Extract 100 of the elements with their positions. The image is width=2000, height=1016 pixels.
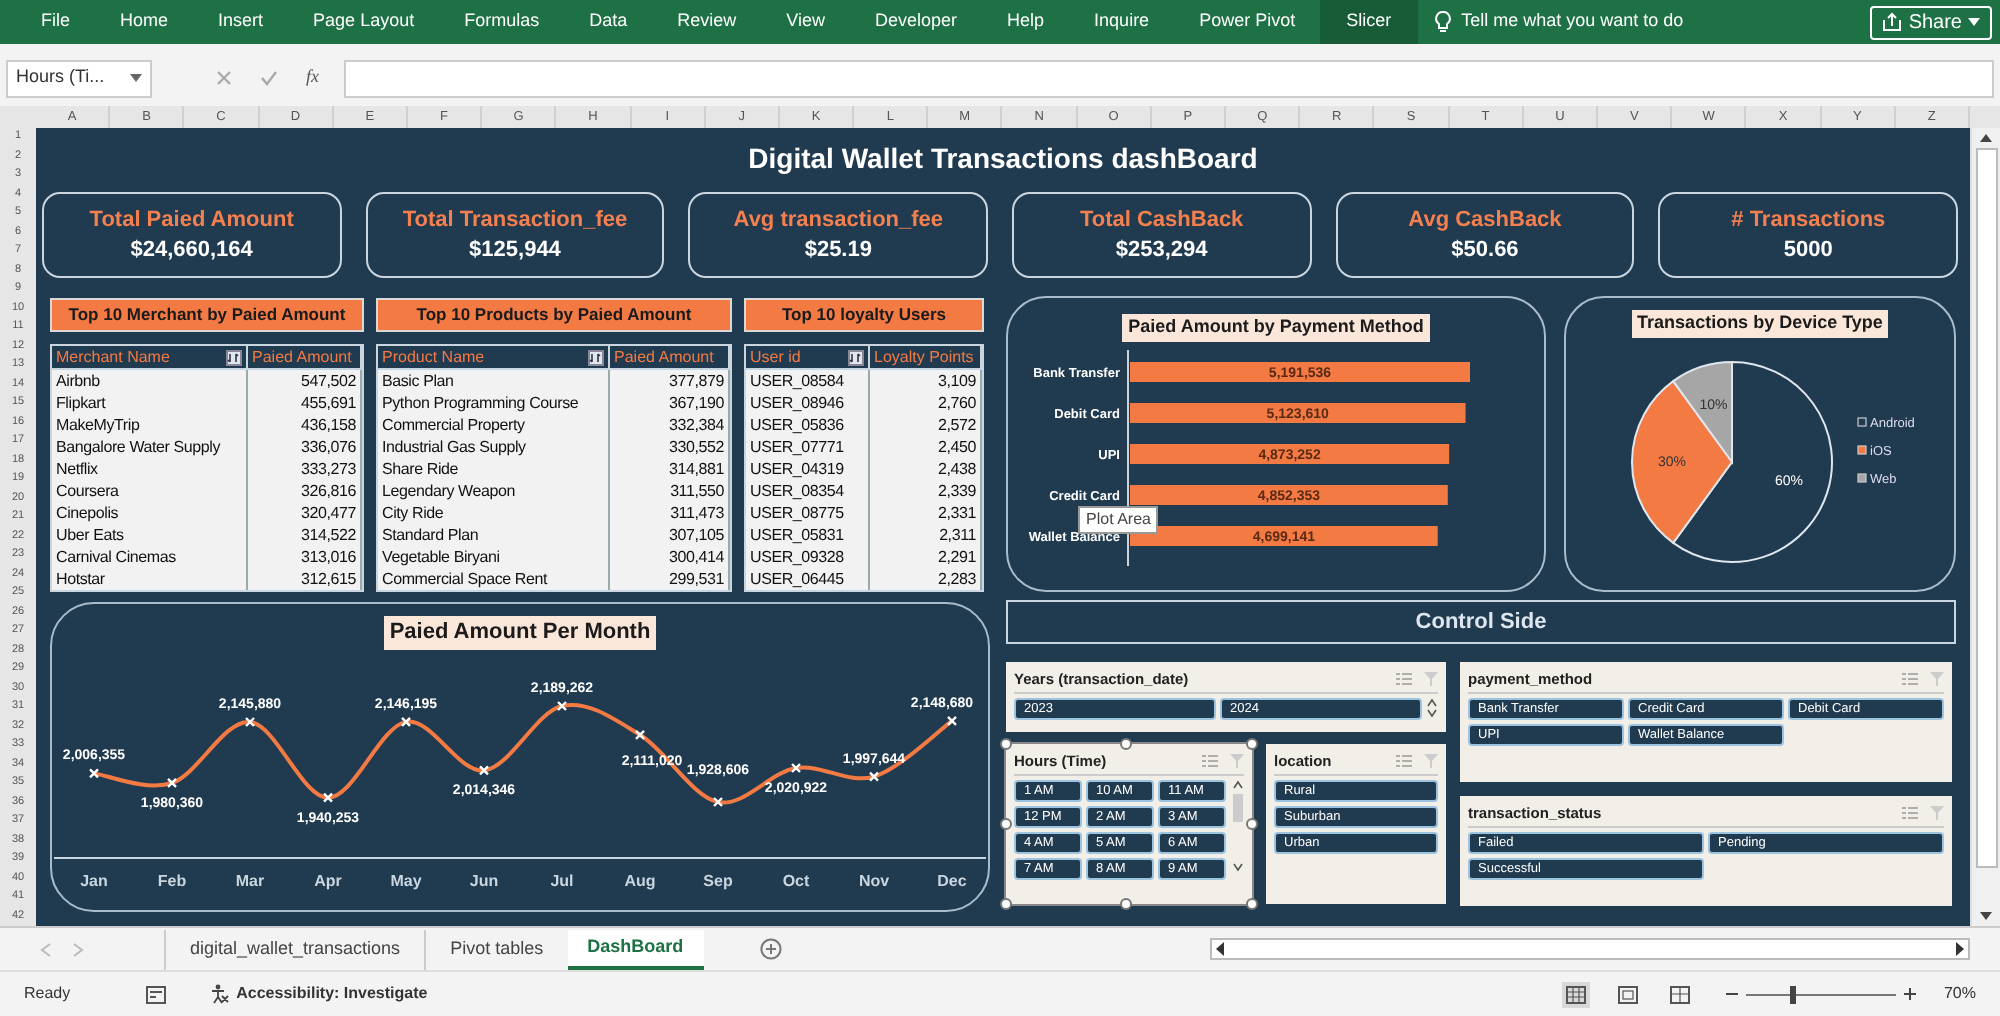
data-point (712, 795, 724, 807)
table-cell: 3,109 (870, 370, 982, 392)
kpi-label: Avg CashBack (1408, 209, 1562, 231)
caret-icon[interactable] (130, 74, 142, 82)
zoom-level[interactable]: 70% (1943, 982, 1976, 1006)
filter-icon[interactable] (226, 349, 242, 365)
ribbon-tab[interactable]: Power Pivot (1174, 0, 1321, 44)
table-title: Top 10 Merchant by Paied Amount (50, 298, 364, 332)
resize-handle[interactable] (1120, 738, 1132, 750)
scroll-down-icon[interactable] (1978, 910, 1994, 922)
share-icon[interactable] (1882, 12, 1903, 32)
resize-handle[interactable] (1000, 898, 1012, 910)
table-cell: Python Programming Course (378, 392, 610, 414)
add-sheet-icon[interactable] (759, 938, 782, 960)
scroll-thumb[interactable] (1975, 148, 1997, 868)
chart-title: Transactions by Device Type (1631, 310, 1889, 337)
name-box[interactable]: Hours (Ti... (6, 59, 152, 97)
ribbon-tab[interactable]: Formulas (439, 0, 565, 44)
table-cell: 326,816 (248, 480, 362, 502)
zoom-in-icon[interactable] (1903, 988, 1916, 1000)
ribbon-tab[interactable]: View (761, 0, 850, 44)
ribbon-tab[interactable]: Insert (193, 0, 289, 44)
table-cell: 314,881 (610, 458, 730, 480)
ribbon-tab[interactable]: Help (982, 0, 1070, 44)
normal-view-icon[interactable] (1561, 981, 1590, 1007)
table-cell: Commercial Space Rent (378, 568, 610, 590)
ribbon-tab[interactable]: Review (652, 0, 762, 44)
zoom-slider[interactable] (1745, 985, 1896, 1003)
data-point (868, 770, 880, 781)
table-cell: 2,572 (870, 414, 982, 436)
resize-handle[interactable] (1000, 818, 1012, 830)
scroll-up-icon[interactable] (1978, 132, 1994, 144)
data-point (556, 699, 568, 711)
table-cell: USER_05831 (746, 524, 870, 546)
table-cell: USER_04319 (746, 458, 870, 480)
table-cell: Industrial Gas Supply (378, 436, 610, 458)
insert-function-button[interactable]: fx (306, 64, 319, 92)
filter-icon[interactable] (588, 349, 604, 365)
ribbon-tab[interactable]: Slicer (1320, 0, 1418, 44)
accessibility-status[interactable]: Accessibility: Investigate (236, 982, 428, 1006)
ribbon-tab[interactable]: File (16, 0, 96, 44)
table-cell: USER_08775 (746, 502, 870, 524)
kpi-label: Total Paied Amount (89, 209, 294, 231)
macro-record-icon[interactable] (146, 985, 167, 1003)
table-cell: Coursera (52, 480, 248, 502)
page-layout-view-icon[interactable] (1613, 981, 1642, 1007)
ribbon-tab[interactable]: Home (95, 0, 194, 44)
axis-label: Sep (703, 871, 733, 889)
sheet-tab[interactable]: DashBoard (567, 929, 704, 969)
table-cell: 367,190 (610, 392, 730, 414)
ribbon-tab[interactable]: Data (564, 0, 653, 44)
scroll-left-icon[interactable] (1214, 942, 1226, 956)
data-point (322, 791, 334, 802)
axis-label: Aug (624, 871, 656, 889)
axis-label: Oct (782, 871, 810, 889)
resize-handle[interactable] (1120, 898, 1132, 910)
vertical-scrollbar[interactable] (1970, 128, 2000, 926)
data-point (634, 728, 646, 740)
formula-input[interactable] (343, 59, 1994, 97)
page-break-view-icon[interactable] (1665, 981, 1694, 1007)
table-cell: 311,473 (610, 502, 730, 524)
table-cell: USER_09328 (746, 546, 870, 568)
table-cell: Basic Plan (378, 370, 610, 392)
column-heading[interactable]: User id (746, 346, 870, 370)
share-button[interactable]: Share (1870, 5, 1992, 39)
ribbon-tab[interactable]: Inquire (1069, 0, 1175, 44)
table-cell: Airbnb (52, 370, 248, 392)
column-heading[interactable]: Merchant Name (52, 346, 248, 370)
filter-icon[interactable] (848, 349, 864, 365)
data-point (166, 776, 178, 788)
horizontal-scrollbar[interactable] (1210, 938, 1970, 960)
table-cell: 313,016 (248, 546, 362, 568)
table-cell: Commercial Property (378, 414, 610, 436)
scroll-arrows-icon[interactable] (1426, 698, 1438, 721)
table-cell: 377,879 (610, 370, 730, 392)
scroll-right-icon[interactable] (1954, 942, 1966, 956)
zoom-out-icon[interactable] (1725, 988, 1738, 1000)
tooltip: Plot Area (1078, 506, 1159, 534)
table-cell: 336,076 (248, 436, 362, 458)
tell-me-search[interactable]: Tell me what you want to do (1461, 8, 1684, 36)
ribbon-tab[interactable]: Page Layout (288, 0, 440, 44)
accessibility-icon[interactable] (210, 984, 231, 1004)
data-point (88, 767, 100, 778)
section-banner: Control Side (1006, 600, 1956, 644)
resize-handle[interactable] (1246, 738, 1258, 750)
column-heading: Paied Amount (610, 346, 730, 370)
data-point (400, 715, 412, 727)
resize-handle[interactable] (1000, 738, 1012, 750)
table-cell: Netflix (52, 458, 248, 480)
resize-handle[interactable] (1246, 818, 1258, 830)
resize-handle[interactable] (1246, 898, 1258, 910)
column-heading[interactable]: Product Name (378, 346, 610, 370)
table-cell: 299,531 (610, 568, 730, 590)
table-cell: Hotstar (52, 568, 248, 590)
axis-label: Jun (469, 871, 499, 889)
lightbulb-icon (1433, 10, 1452, 34)
table-cell: 2,339 (870, 480, 982, 502)
ribbon-tab[interactable]: Developer (850, 0, 983, 44)
caret-icon[interactable] (1968, 18, 1980, 26)
kpi-value: $50.66 (1451, 239, 1519, 261)
